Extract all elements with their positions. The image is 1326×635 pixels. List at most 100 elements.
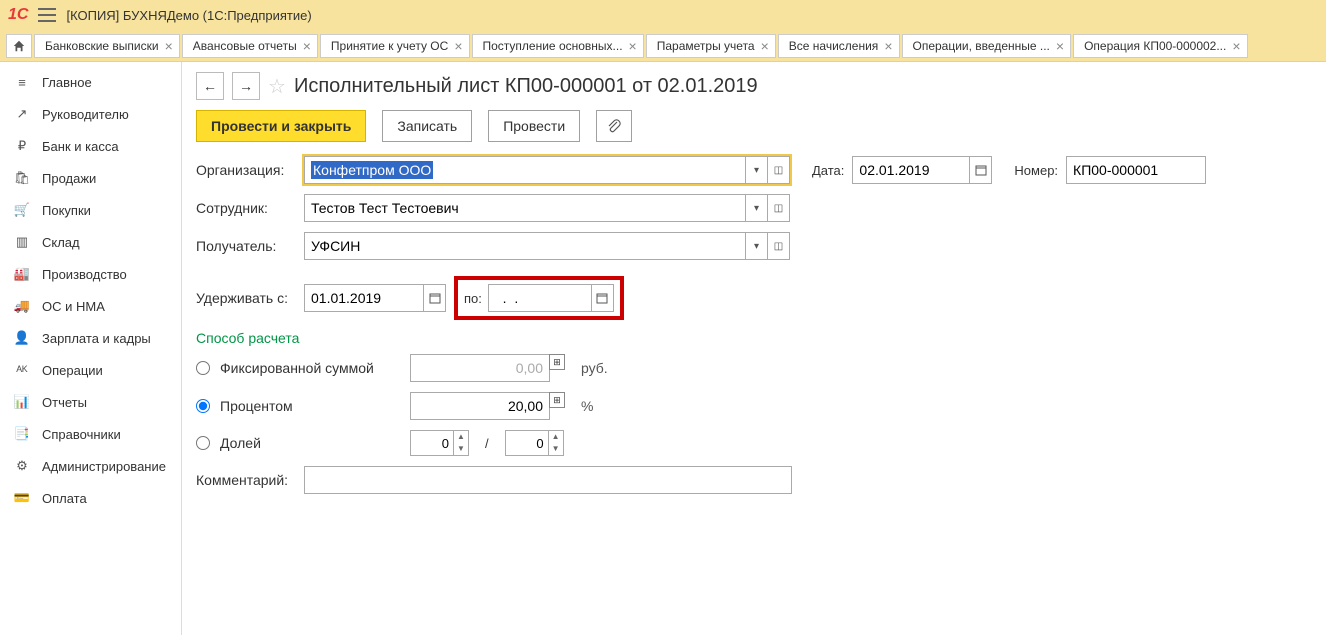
calendar-button[interactable] (424, 284, 446, 312)
share-denominator[interactable]: ▲▼ (505, 430, 564, 456)
open-button[interactable]: ◫ (768, 232, 790, 260)
sidebar-item-label: Администрирование (42, 459, 166, 474)
tab[interactable]: Операция КП00-000002...× (1073, 34, 1247, 58)
button-label: Записать (397, 118, 457, 134)
sidebar-item-label: Склад (42, 235, 80, 250)
sidebar-item-admin[interactable]: ⚙Администрирование (0, 450, 181, 482)
list-icon: ≡ (14, 74, 30, 90)
date-to-input[interactable] (488, 284, 592, 312)
calendar-icon (975, 164, 987, 176)
date-to-field[interactable] (488, 284, 614, 312)
radio-share-label: Долей (220, 435, 400, 451)
sidebar-item-purchases[interactable]: 🛒Покупки (0, 194, 181, 226)
sidebar-item-warehouse[interactable]: ▥ Склад (0, 226, 181, 258)
dropdown-button[interactable]: ▾ (746, 156, 768, 184)
share-numerator[interactable]: ▲▼ (410, 430, 469, 456)
calendar-icon (596, 292, 608, 304)
close-icon[interactable]: × (1056, 39, 1064, 53)
tabbar: Банковские выписки× Авансовые отчеты× Пр… (0, 30, 1326, 62)
emp-label: Сотрудник: (196, 200, 296, 216)
sidebar-item-manager[interactable]: ↗Руководителю (0, 98, 181, 130)
post-and-close-button[interactable]: Провести и закрыть (196, 110, 366, 142)
close-icon[interactable]: × (165, 39, 173, 53)
down-arrow-icon[interactable]: ▼ (549, 443, 563, 455)
sidebar-item-label: Операции (42, 363, 103, 378)
comment-input[interactable] (304, 466, 792, 494)
close-icon[interactable]: × (761, 39, 769, 53)
date-from-field[interactable] (304, 284, 446, 312)
sidebar-item-payment[interactable]: 💳Оплата (0, 482, 181, 514)
date-input[interactable] (852, 156, 970, 184)
calendar-button[interactable] (592, 284, 614, 312)
sidebar-item-operations[interactable]: ᴬᴷОперации (0, 354, 181, 386)
tab[interactable]: Авансовые отчеты× (182, 34, 318, 58)
recv-input[interactable] (304, 232, 746, 260)
sidebar-item-main[interactable]: ≡ Главное (0, 66, 181, 98)
ruble-icon: ₽ (14, 138, 30, 154)
tab[interactable]: Все начисления× (778, 34, 900, 58)
up-arrow-icon[interactable]: ▲ (454, 431, 468, 443)
boxes-icon: ▥ (14, 234, 30, 250)
sidebar-item-salary[interactable]: 👤Зарплата и кадры (0, 322, 181, 354)
date-label: Дата: (812, 163, 844, 178)
calculator-icon[interactable]: ⊞ (549, 354, 565, 370)
fixed-amount-input[interactable] (410, 354, 550, 382)
sidebar: ≡ Главное ↗Руководителю ₽Банк и касса 🛍Пр… (0, 62, 182, 635)
close-icon[interactable]: × (884, 39, 892, 53)
main-content: ← → ☆ Исполнительный лист КП00-000001 от… (182, 62, 1326, 635)
calendar-button[interactable] (970, 156, 992, 184)
sidebar-item-label: Покупки (42, 203, 91, 218)
date-field[interactable] (852, 156, 992, 184)
close-icon[interactable]: × (454, 39, 462, 53)
share-n-input[interactable] (410, 430, 454, 456)
sidebar-item-bank[interactable]: ₽Банк и касса (0, 130, 181, 162)
emp-field[interactable]: ▾ ◫ (304, 194, 790, 222)
sidebar-item-reports[interactable]: 📊Отчеты (0, 386, 181, 418)
truck-icon: 🚚 (14, 298, 30, 314)
tab[interactable]: Параметры учета× (646, 34, 776, 58)
post-button[interactable]: Провести (488, 110, 580, 142)
tab[interactable]: Поступление основных...× (472, 34, 644, 58)
tab[interactable]: Операции, введенные ...× (902, 34, 1072, 58)
up-arrow-icon[interactable]: ▲ (549, 431, 563, 443)
menu-icon[interactable] (38, 8, 56, 22)
dropdown-button[interactable]: ▾ (746, 194, 768, 222)
percent-amount-input[interactable] (410, 392, 550, 420)
star-icon[interactable]: ☆ (268, 74, 286, 99)
calculator-icon[interactable]: ⊞ (549, 392, 565, 408)
save-button[interactable]: Записать (382, 110, 472, 142)
sidebar-item-sales[interactable]: 🛍Продажи (0, 162, 181, 194)
radio-fixed[interactable] (196, 361, 210, 375)
sidebar-item-label: Главное (42, 75, 92, 90)
close-icon[interactable]: × (303, 39, 311, 53)
attach-button[interactable] (596, 110, 632, 142)
org-value: Конфетпром ООО (311, 161, 433, 179)
window-title: [КОПИЯ] БУХНЯДемо (1С:Предприятие) (66, 8, 311, 23)
down-arrow-icon[interactable]: ▼ (454, 443, 468, 455)
date-from-input[interactable] (304, 284, 424, 312)
close-icon[interactable]: × (1232, 39, 1240, 53)
tab[interactable]: Банковские выписки× (34, 34, 180, 58)
radio-percent[interactable] (196, 399, 210, 413)
open-button[interactable]: ◫ (768, 194, 790, 222)
number-input[interactable] (1066, 156, 1206, 184)
radio-share[interactable] (196, 436, 210, 450)
emp-input[interactable] (304, 194, 746, 222)
org-field[interactable]: Конфетпром ООО ▾ ◫ (304, 156, 790, 184)
dropdown-button[interactable]: ▾ (746, 232, 768, 260)
sidebar-item-label: Зарплата и кадры (42, 331, 151, 346)
forward-button[interactable]: → (232, 72, 260, 100)
paperclip-icon (606, 118, 622, 134)
sidebar-item-assets[interactable]: 🚚ОС и НМА (0, 290, 181, 322)
radio-fixed-label: Фиксированной суммой (220, 360, 400, 376)
back-button[interactable]: ← (196, 72, 224, 100)
home-icon (12, 39, 26, 53)
tab[interactable]: Принятие к учету ОС× (320, 34, 470, 58)
sidebar-item-directories[interactable]: 📑Справочники (0, 418, 181, 450)
recv-field[interactable]: ▾ ◫ (304, 232, 790, 260)
home-button[interactable] (6, 34, 32, 58)
close-icon[interactable]: × (629, 39, 637, 53)
share-d-input[interactable] (505, 430, 549, 456)
sidebar-item-production[interactable]: 🏭Производство (0, 258, 181, 290)
open-button[interactable]: ◫ (768, 156, 790, 184)
